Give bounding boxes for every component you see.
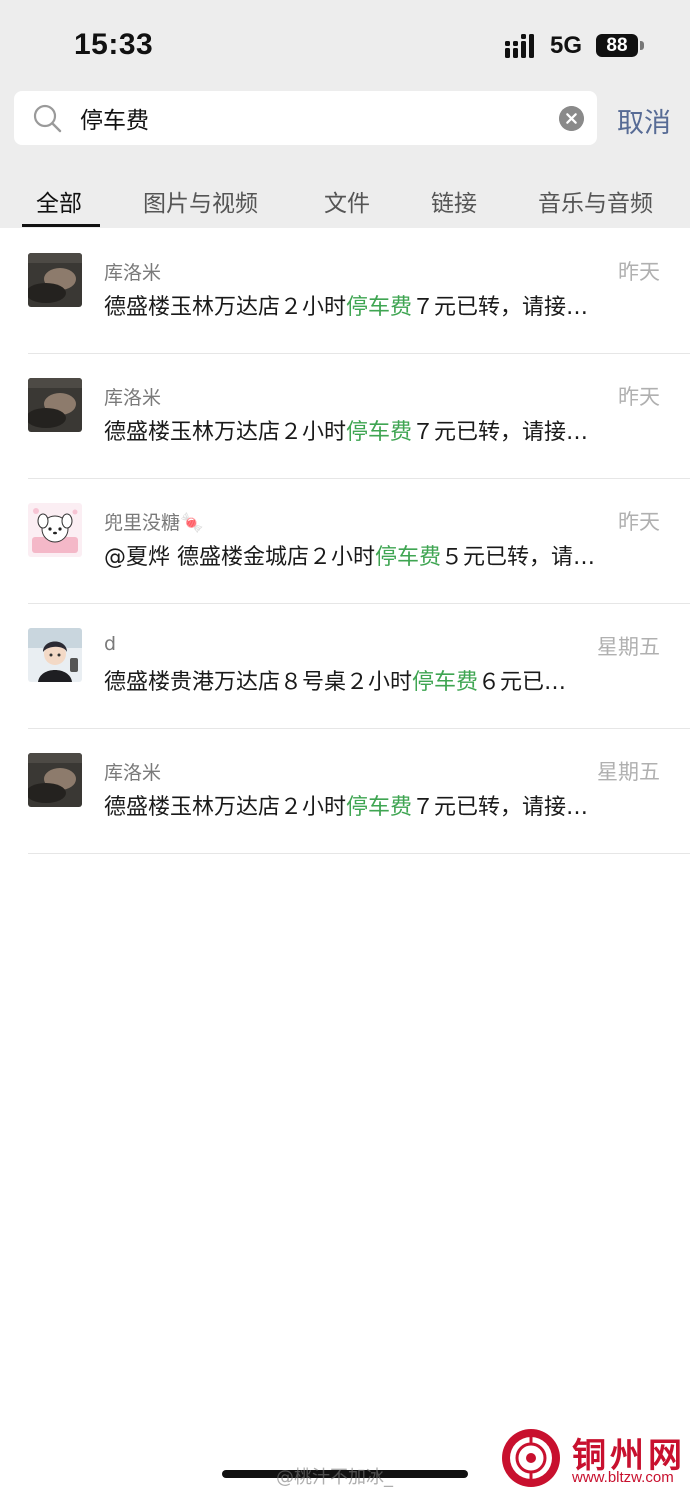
- message-snippet: 德盛楼玉林万达店２小时停车费７元已转，请接…: [104, 414, 644, 446]
- tab-files[interactable]: 文件: [324, 184, 370, 218]
- message-time: 星期五: [597, 635, 660, 659]
- message-snippet: 德盛楼玉林万达店２小时停车费７元已转，请接…: [104, 789, 644, 821]
- search-result-row[interactable]: 库洛米 昨天 德盛楼玉林万达店２小时停车费７元已转，请接…: [0, 229, 690, 354]
- message-time: 昨天: [618, 385, 660, 409]
- network-label: 5G: [550, 32, 583, 59]
- contact-name: 库洛米: [104, 762, 162, 784]
- avatar: [28, 253, 82, 307]
- signal-icon: [505, 34, 534, 58]
- search-result-row[interactable]: 库洛米 昨天 德盛楼玉林万达店２小时停车费７元已转，请接…: [0, 354, 690, 479]
- avatar: [28, 378, 82, 432]
- active-tab-indicator: [22, 224, 100, 227]
- clear-icon[interactable]: [559, 106, 584, 131]
- cancel-button[interactable]: 取消: [617, 101, 671, 140]
- avatar: [28, 628, 82, 682]
- tab-all[interactable]: 全部: [36, 184, 82, 218]
- site-logo-icon: [502, 1429, 560, 1487]
- snippet-text: ６元已…: [478, 670, 567, 695]
- battery-icon: 88: [596, 34, 638, 57]
- message-time: 昨天: [618, 510, 660, 534]
- avatar: [28, 503, 82, 557]
- tab-music-audio[interactable]: 音乐与音频: [538, 184, 653, 218]
- search-result-row[interactable]: d 星期五 德盛楼贵港万达店８号桌２小时停车费６元已…: [0, 604, 690, 729]
- contact-name: 兜里没糖🍬: [104, 512, 204, 534]
- snippet-text: 德盛楼玉林万达店２小时: [104, 420, 347, 445]
- keyword-highlight: 停车费: [412, 670, 479, 695]
- keyword-highlight: 停车费: [346, 795, 413, 820]
- snippet-text: ５元已转，请…: [441, 545, 596, 570]
- avatar: [28, 753, 82, 807]
- keyword-highlight: 停车费: [375, 545, 442, 570]
- weibo-watermark: @桃汁不加冰_: [276, 1467, 393, 1488]
- snippet-text: 德盛楼玉林万达店２小时: [104, 795, 347, 820]
- search-result-row[interactable]: 库洛米 星期五 德盛楼玉林万达店２小时停车费７元已转，请接…: [0, 729, 690, 854]
- snippet-text: 德盛楼玉林万达店２小时: [104, 295, 347, 320]
- contact-name: d: [104, 633, 117, 655]
- tab-links[interactable]: 链接: [431, 184, 477, 218]
- keyword-highlight: 停车费: [346, 295, 413, 320]
- message-time: 星期五: [597, 760, 660, 784]
- snippet-text: ７元已转，请接…: [412, 795, 589, 820]
- contact-name: 库洛米: [104, 262, 162, 284]
- battery-tip: [640, 41, 644, 50]
- snippet-text: ７元已转，请接…: [412, 420, 589, 445]
- battery-level: 88: [606, 34, 628, 56]
- search-input[interactable]: [80, 91, 540, 145]
- site-watermark-url: www.bltzw.com: [572, 1469, 674, 1486]
- message-snippet: @夏烨 德盛楼金城店２小时停车费５元已转，请…: [104, 539, 644, 571]
- search-bar[interactable]: [14, 91, 597, 145]
- message-time: 昨天: [618, 260, 660, 284]
- snippet-text: 德盛楼贵港万达店８号桌２小时: [104, 670, 413, 695]
- keyword-highlight: 停车费: [346, 420, 413, 445]
- search-icon: [33, 104, 62, 133]
- search-result-row[interactable]: 兜里没糖🍬 昨天 @夏烨 德盛楼金城店２小时停车费５元已转，请…: [0, 479, 690, 604]
- snippet-text: @夏烨 德盛楼金城店２小时: [104, 545, 375, 570]
- message-snippet: 德盛楼玉林万达店２小时停车费７元已转，请接…: [104, 289, 644, 321]
- message-snippet: 德盛楼贵港万达店８号桌２小时停车费６元已…: [104, 664, 644, 696]
- status-time: 15:33: [74, 28, 154, 61]
- tab-images-videos[interactable]: 图片与视频: [143, 184, 258, 218]
- snippet-text: ７元已转，请接…: [412, 295, 589, 320]
- contact-name: 库洛米: [104, 387, 162, 409]
- divider: [28, 853, 690, 854]
